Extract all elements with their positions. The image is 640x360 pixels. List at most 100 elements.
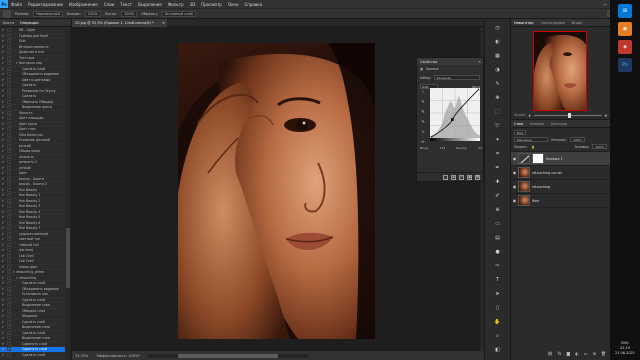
menu-item[interactable]: Слои (101, 2, 117, 7)
navigator-zoom-value[interactable]: 33,33% (514, 113, 525, 117)
menu-item[interactable]: Просмотр (198, 2, 225, 7)
menu-item[interactable]: Выделение (135, 2, 165, 7)
action-item[interactable]: ✓ Сделать слой (0, 352, 66, 358)
actions-scrollbar[interactable] (65, 28, 71, 360)
checkmark-icon[interactable]: ✓ (1, 89, 5, 93)
brush-tool-icon[interactable]: ✐ (493, 191, 503, 201)
dialog-toggle-icon[interactable] (7, 132, 11, 137)
eyedropper-tool-icon[interactable]: ✒ (493, 163, 503, 173)
on-image-adjust-icon[interactable]: ☝ (420, 88, 426, 94)
checkmark-icon[interactable]: ✓ (1, 177, 5, 181)
tab-navigator[interactable]: Навигатор (514, 21, 534, 25)
tab-histogram[interactable]: Гистограмма (541, 21, 565, 25)
marquee-tool-icon[interactable]: ⬚ (493, 107, 503, 117)
dialog-toggle-icon[interactable] (7, 308, 11, 313)
input-value[interactable]: 114 (440, 146, 446, 150)
healing-brush-tool-icon[interactable]: ✚ (493, 177, 503, 187)
dialog-toggle-icon[interactable] (7, 77, 11, 82)
checkmark-icon[interactable]: ✓ (1, 254, 5, 258)
checkmark-icon[interactable]: ✓ (1, 204, 5, 208)
dialog-toggle-icon[interactable] (7, 286, 11, 291)
layer-thumbnail[interactable] (518, 167, 530, 178)
pen-tool-icon[interactable]: ✑ (493, 261, 503, 271)
close-icon[interactable]: ✕ (478, 60, 483, 64)
dialog-toggle-icon[interactable] (7, 154, 11, 159)
tab-info[interactable]: Инфо (572, 21, 582, 25)
dialog-toggle-icon[interactable] (7, 341, 11, 346)
navigator-preview[interactable] (533, 31, 587, 111)
type-tool-icon[interactable]: T (493, 275, 503, 285)
dialog-toggle-icon[interactable] (7, 182, 11, 187)
menu-item[interactable]: Окно (225, 2, 242, 7)
checkmark-icon[interactable]: ✓ (1, 45, 5, 49)
document-tab[interactable]: 20.jpg @ 33,3% (Кривые 1, Слой-маска/8) … (72, 19, 167, 27)
checkmark-icon[interactable]: ✓ (1, 100, 5, 104)
checkmark-icon[interactable]: ✓ (1, 111, 5, 115)
dialog-toggle-icon[interactable] (7, 28, 11, 33)
layer-thumbnail[interactable] (518, 195, 530, 206)
checkmark-icon[interactable]: ✓ (1, 122, 5, 126)
dialog-toggle-icon[interactable] (7, 83, 11, 88)
sample-field[interactable]: Активный слой (161, 10, 196, 17)
dialog-toggle-icon[interactable] (7, 50, 11, 55)
swatches-panel-icon[interactable]: ▦ (493, 51, 503, 61)
move-tool-icon[interactable]: ✥ (493, 93, 503, 103)
dialog-toggle-icon[interactable] (7, 330, 11, 335)
curve-point[interactable] (450, 118, 454, 121)
checkmark-icon[interactable]: ✓ (1, 221, 5, 225)
dialog-toggle-icon[interactable] (7, 237, 11, 242)
trash-icon[interactable]: 🗑 (601, 351, 606, 356)
layer-row[interactable]: ◉ retouching (511, 180, 610, 194)
add-mask-icon[interactable]: ◙ (566, 351, 570, 356)
efficiency-readout[interactable]: Эффективность: 100%* (96, 354, 140, 358)
gray-eyedropper-icon[interactable]: ✎ (420, 108, 426, 114)
checkmark-icon[interactable]: ✓ (1, 72, 5, 76)
checkmark-icon[interactable]: ✓ (1, 287, 5, 291)
tab-channels[interactable]: Каналы (530, 122, 544, 126)
adjustments-panel-icon[interactable]: ◑ (493, 65, 503, 75)
dialog-toggle-icon[interactable] (7, 281, 11, 286)
layer-mask-thumbnail[interactable] (532, 153, 544, 164)
dialog-toggle-icon[interactable] (7, 297, 11, 302)
preset-select[interactable]: Заказная (434, 75, 480, 80)
curve-point[interactable] (478, 88, 480, 90)
dialog-toggle-icon[interactable] (7, 264, 11, 269)
checkmark-icon[interactable]: ✓ (1, 325, 5, 329)
menu-item[interactable]: Редактирование (25, 2, 66, 7)
checkmark-icon[interactable]: ✓ (1, 248, 5, 252)
dialog-toggle-icon[interactable] (7, 270, 11, 275)
lock-icon[interactable]: 🔒 (531, 145, 535, 149)
checkmark-icon[interactable]: ✓ (1, 39, 5, 43)
checkmark-icon[interactable]: ✓ (1, 237, 5, 241)
dialog-toggle-icon[interactable] (7, 248, 11, 253)
clone-stamp-tool-icon[interactable]: ⊕ (493, 205, 503, 215)
dialog-toggle-icon[interactable] (7, 116, 11, 121)
pencil-icon[interactable]: ✏ (420, 138, 426, 144)
adjustment-layer-icon[interactable]: ◐ (575, 351, 579, 356)
layer-row[interactable]: ◉ retouching corner (511, 166, 610, 180)
checkmark-icon[interactable]: ✓ (1, 353, 5, 357)
layer-name[interactable]: retouching (532, 185, 550, 189)
gradient-tool-icon[interactable]: ▤ (493, 233, 503, 243)
checkmark-icon[interactable]: ✓ (1, 61, 5, 65)
dialog-toggle-icon[interactable] (7, 336, 11, 341)
dialog-toggle-icon[interactable] (7, 94, 11, 99)
eye-icon[interactable]: ◉ (511, 156, 518, 161)
browser-icon[interactable]: ◉ (618, 22, 632, 36)
dodge-tool-icon[interactable]: ● (493, 247, 503, 257)
dialog-toggle-icon[interactable] (7, 292, 11, 297)
checkmark-icon[interactable]: ✓ (1, 336, 5, 340)
dialog-toggle-icon[interactable] (7, 138, 11, 143)
checkmark-icon[interactable]: ✓ (1, 34, 5, 38)
checkmark-icon[interactable]: ✓ (1, 155, 5, 159)
dialog-toggle-icon[interactable] (7, 171, 11, 176)
dialog-toggle-icon[interactable] (7, 231, 11, 236)
checkmark-icon[interactable]: ✓ (1, 160, 5, 164)
dialog-toggle-icon[interactable] (7, 325, 11, 330)
dialog-toggle-icon[interactable] (7, 198, 11, 203)
checkmark-icon[interactable]: ✓ (1, 67, 5, 71)
pressure-field[interactable]: 100% (84, 10, 101, 17)
dialog-toggle-icon[interactable] (7, 61, 11, 66)
fill-field[interactable]: 100% (592, 144, 607, 149)
dialog-toggle-icon[interactable] (7, 44, 11, 49)
